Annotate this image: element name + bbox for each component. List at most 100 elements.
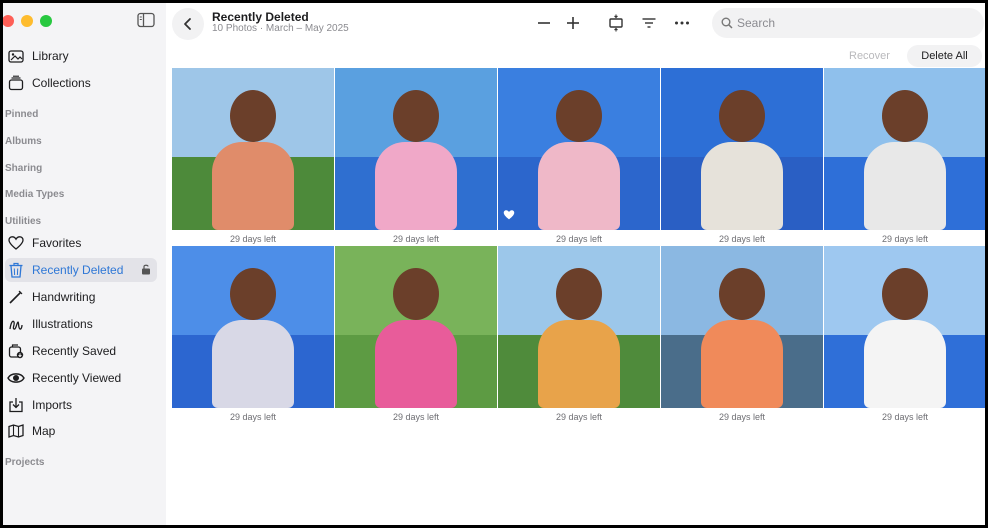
photo-subject-body	[701, 142, 783, 230]
illustrations-icon	[7, 315, 25, 333]
photo-days-left-label: 29 days left	[881, 412, 929, 422]
sidebar-item-recently-deleted[interactable]: Recently Deleted	[5, 258, 157, 282]
sidebar-item-label: Recently Viewed	[32, 371, 122, 385]
photo-thumbnail[interactable]	[498, 68, 660, 230]
sidebar-item-label: Map	[32, 424, 56, 438]
photo-days-left-label: 29 days left	[229, 412, 277, 422]
photo-thumbnail[interactable]	[172, 68, 334, 230]
photo-subject-body	[864, 320, 946, 408]
photo-thumbnail[interactable]	[661, 68, 823, 230]
recover-button[interactable]: Recover	[849, 50, 890, 62]
sidebar-item-collections[interactable]: Collections	[5, 71, 157, 95]
delete-all-button[interactable]: Delete All	[907, 45, 982, 67]
photo-thumbnail[interactable]	[824, 246, 985, 408]
photo-thumbnail[interactable]	[498, 246, 660, 408]
photo-thumbnail[interactable]	[172, 246, 334, 408]
zoom-out-button[interactable]	[533, 12, 555, 34]
section-sharing[interactable]: Sharing	[5, 163, 42, 174]
photo-subject-body	[375, 320, 457, 408]
photo-subject-body	[212, 320, 294, 408]
photo-subject-body	[538, 320, 620, 408]
photo-subject-head	[230, 90, 276, 142]
section-pinned[interactable]: Pinned	[5, 109, 38, 120]
recently-saved-icon	[7, 342, 25, 360]
photos-window: Library Collections Pinned Albums Sharin…	[3, 3, 985, 525]
lock-icon	[140, 263, 152, 278]
library-icon	[7, 47, 25, 65]
sidebar-item-favorites[interactable]: Favorites	[5, 231, 157, 255]
favorite-heart-icon	[503, 207, 515, 225]
page-title: Recently Deleted	[212, 10, 309, 24]
sidebar-item-illustrations[interactable]: Illustrations	[5, 312, 157, 336]
section-albums[interactable]: Albums	[5, 136, 42, 147]
import-icon	[7, 396, 25, 414]
photo-thumbnail[interactable]	[661, 246, 823, 408]
photo-thumbnail[interactable]	[335, 246, 497, 408]
search-input[interactable]: Search	[712, 8, 984, 38]
sidebar-item-label: Illustrations	[32, 317, 93, 331]
photo-subject-body	[538, 142, 620, 230]
photo-subject-head	[719, 90, 765, 142]
filter-button[interactable]	[638, 12, 660, 34]
photo-days-left-label: 29 days left	[392, 412, 440, 422]
pen-icon	[7, 288, 25, 306]
sidebar-item-imports[interactable]: Imports	[5, 393, 157, 417]
photo-subject-body	[864, 142, 946, 230]
photo-days-left-label: 29 days left	[555, 412, 603, 422]
sidebar: Library Collections Pinned Albums Sharin…	[3, 3, 166, 525]
photo-thumbnail[interactable]	[335, 68, 497, 230]
sidebar-item-map[interactable]: Map	[5, 419, 157, 443]
sidebar-item-library[interactable]: Library	[5, 44, 157, 68]
sidebar-item-label: Favorites	[32, 236, 82, 250]
sidebar-item-label: Handwriting	[32, 290, 96, 304]
section-utilities[interactable]: Utilities	[5, 216, 41, 227]
photo-days-left-label: 29 days left	[718, 234, 766, 244]
aspect-ratio-button[interactable]	[605, 12, 627, 34]
window-controls	[3, 15, 52, 27]
zoom-in-button[interactable]	[562, 12, 584, 34]
search-icon	[721, 17, 733, 29]
sidebar-item-label: Imports	[32, 398, 73, 412]
sidebar-item-label: Recently Deleted	[32, 263, 124, 277]
sidebar-item-label: Recently Saved	[32, 344, 117, 358]
sidebar-item-label: Collections	[32, 76, 91, 90]
photo-subject-head	[556, 90, 602, 142]
photo-days-left-label: 29 days left	[881, 234, 929, 244]
photo-subject-body	[701, 320, 783, 408]
photo-subject-head	[393, 90, 439, 142]
photo-subject-body	[212, 142, 294, 230]
photo-days-left-label: 29 days left	[718, 412, 766, 422]
photo-subject-head	[882, 90, 928, 142]
photo-thumbnail[interactable]	[824, 68, 985, 230]
photo-subject-head	[230, 268, 276, 320]
plus-icon	[567, 17, 579, 29]
aspect-ratio-icon	[609, 14, 623, 32]
close-window-button[interactable]	[3, 15, 14, 27]
eye-icon	[7, 369, 25, 387]
section-projects[interactable]: Projects	[5, 457, 44, 468]
chevron-left-icon	[184, 18, 191, 30]
heart-icon	[7, 234, 25, 252]
photo-days-left-label: 29 days left	[555, 234, 603, 244]
minus-icon	[538, 22, 550, 24]
map-icon	[7, 422, 25, 440]
photo-subject-head	[882, 268, 928, 320]
sidebar-item-recently-saved[interactable]: Recently Saved	[5, 339, 157, 363]
photo-subject-head	[556, 268, 602, 320]
search-placeholder: Search	[737, 16, 776, 30]
back-button[interactable]	[172, 8, 204, 40]
sidebar-toggle-icon[interactable]	[137, 12, 155, 28]
sidebar-item-label: Library	[32, 49, 69, 63]
sidebar-item-recently-viewed[interactable]: Recently Viewed	[5, 366, 157, 390]
sidebar-item-handwriting[interactable]: Handwriting	[5, 285, 157, 309]
photo-subject-head	[719, 268, 765, 320]
photo-days-left-label: 29 days left	[229, 234, 277, 244]
zoom-window-button[interactable]	[40, 15, 52, 27]
section-media-types[interactable]: Media Types	[5, 189, 64, 200]
minimize-window-button[interactable]	[21, 15, 33, 27]
page-subtitle: 10 Photos · March – May 2025	[212, 23, 349, 34]
photo-days-left-label: 29 days left	[392, 234, 440, 244]
more-button[interactable]	[671, 12, 693, 34]
photo-subject-head	[393, 268, 439, 320]
filter-icon	[642, 18, 656, 28]
